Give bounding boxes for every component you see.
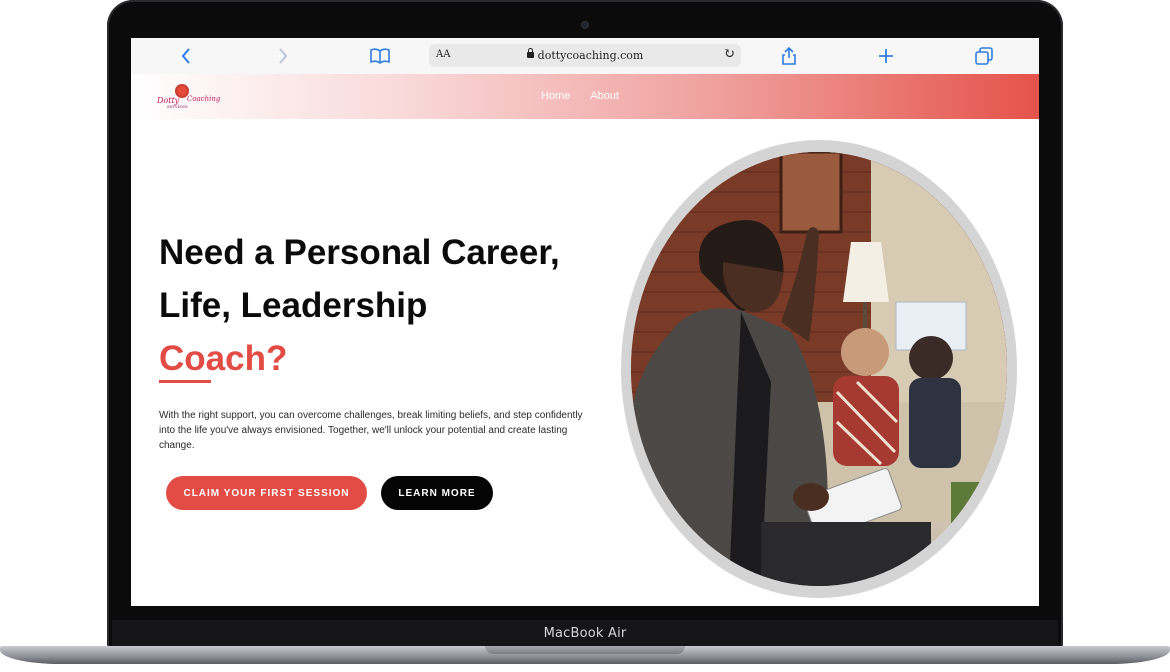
address-bar[interactable]: AA dottycoaching.com ↻ [429,44,741,67]
hero-title-line: Need a Personal Career, [159,233,560,272]
logo-text: services [167,104,188,110]
bookmarks-icon[interactable] [369,45,391,67]
camera [582,22,588,28]
forward-icon[interactable] [272,45,294,67]
lock-icon [526,48,534,58]
back-icon[interactable] [175,45,197,67]
main-nav: Home About [541,90,619,102]
hero-description: With the right support, you can overcome… [159,410,583,451]
laptop-notch [485,646,685,654]
logo-text: Coaching [187,95,221,103]
device-label: MacBook Air [543,626,627,641]
reload-icon[interactable]: ↻ [723,46,735,62]
coaching-session-illustration [631,152,1007,586]
new-tab-icon[interactable] [875,45,897,67]
site-header: Dotty Coaching services Home About [131,74,1039,119]
browser-toolbar: AA dottycoaching.com ↻ [131,38,1039,75]
screen: AA dottycoaching.com ↻ Dotty Coaching se… [131,38,1039,606]
hero-title: Need a Personal Career, Life, Leadership… [159,226,619,385]
hero-title-accent: Coach? [159,339,288,378]
share-icon[interactable] [778,45,800,67]
hero-photo [631,152,1007,586]
url-display: dottycoaching.com [429,48,741,62]
accent-divider [159,380,211,383]
tabs-icon[interactable] [973,45,995,67]
nav-item-about[interactable]: About [590,90,619,102]
nav-item-home[interactable]: Home [541,90,570,102]
learn-more-button[interactable]: LEARN MORE [381,476,493,510]
hero-title-line: Life, Leadership [159,286,428,325]
claim-session-button[interactable]: CLAIM YOUR FIRST SESSION [166,476,367,510]
url-text: dottycoaching.com [537,49,644,62]
site-logo[interactable]: Dotty Coaching services [153,82,233,112]
